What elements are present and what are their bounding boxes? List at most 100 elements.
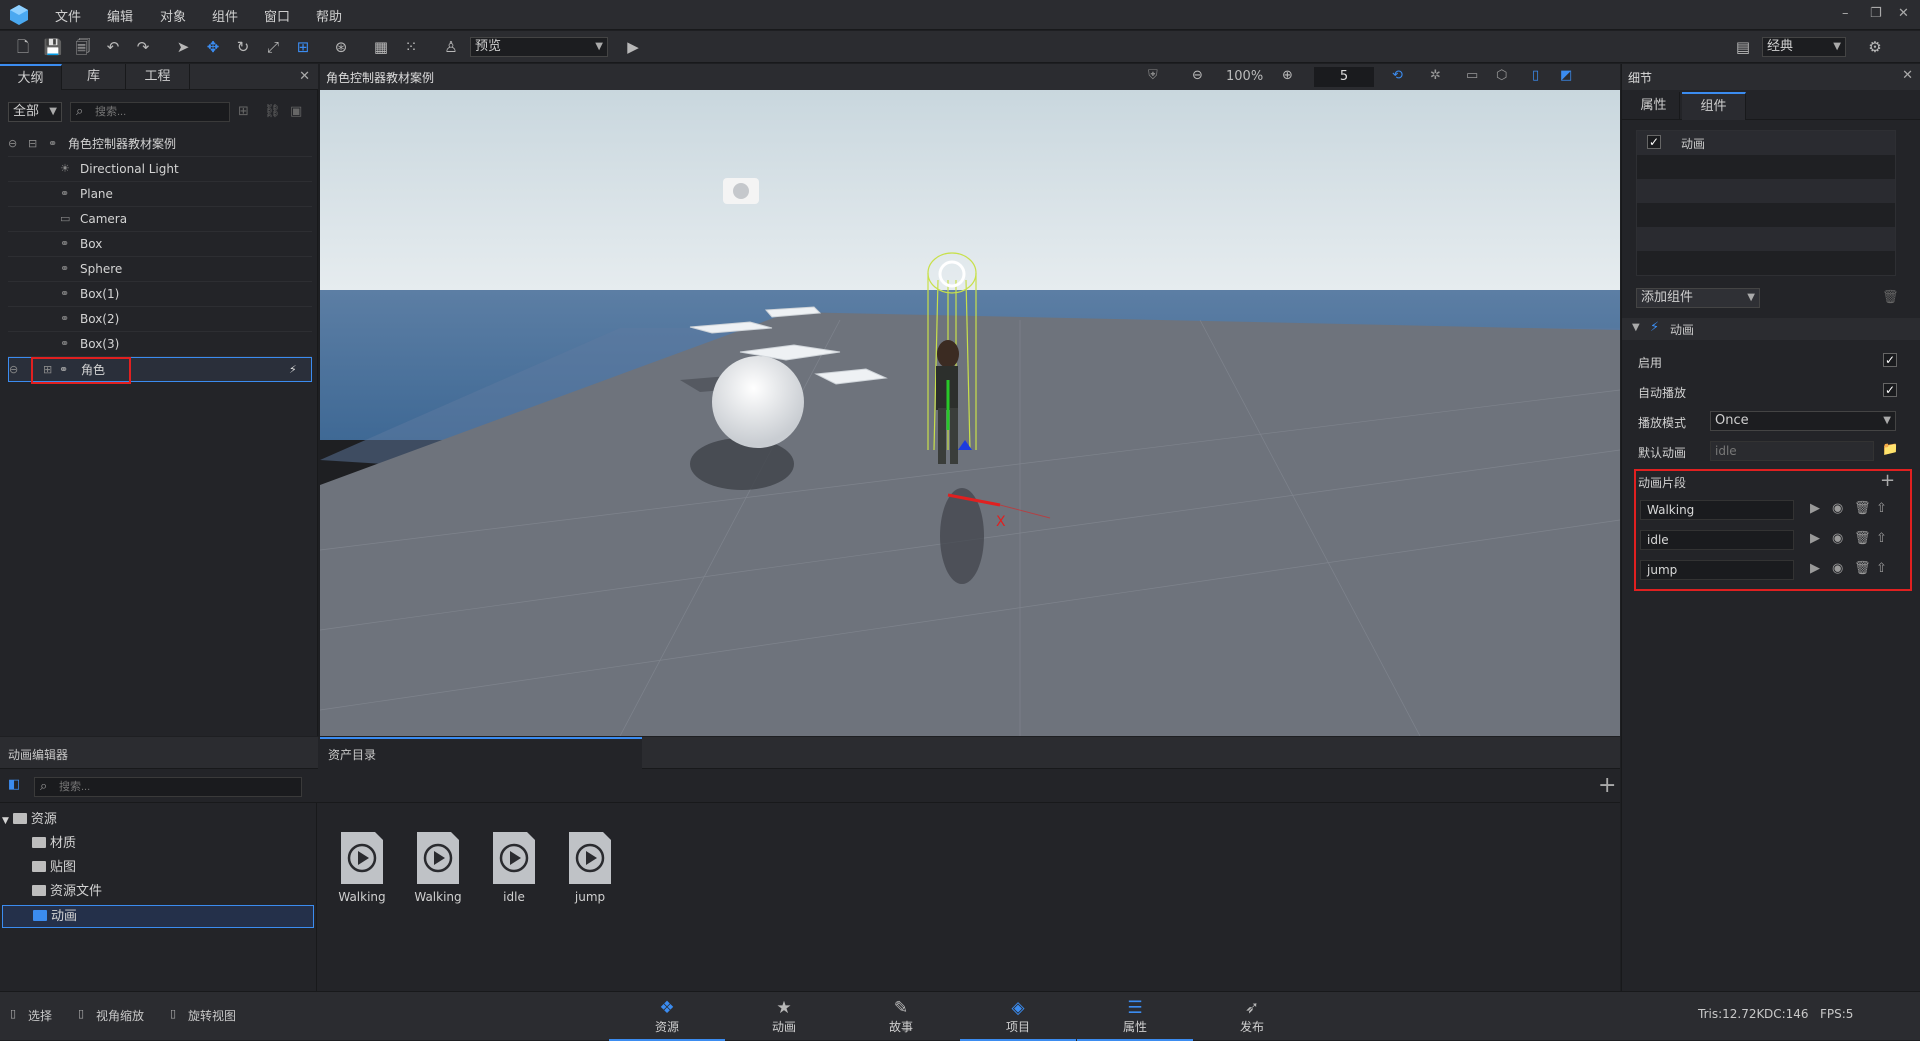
tab-animation[interactable]: ★ 动画 <box>726 992 842 1041</box>
asset-search[interactable]: ⌕ <box>34 777 302 797</box>
panel-toggle-icon[interactable]: ◧ <box>8 777 20 792</box>
menu-help[interactable]: 帮助 <box>316 6 342 25</box>
layout-dropdown[interactable]: 经典 ▼ <box>1762 37 1846 57</box>
menu-edit[interactable]: 编辑 <box>107 6 133 25</box>
menu-file[interactable]: 文件 <box>55 6 81 25</box>
trash-icon[interactable]: 🗑 <box>1854 531 1871 546</box>
animation-file-icon[interactable] <box>491 830 537 886</box>
trash-icon[interactable]: 🗑 <box>1882 290 1899 305</box>
tree-item-box2[interactable]: ⚭ Box(2) <box>8 307 312 332</box>
expand-all-icon[interactable]: ⊞ <box>238 104 249 119</box>
tab-library[interactable]: 库 <box>62 64 126 90</box>
folder-animation[interactable]: 动画 <box>2 905 314 928</box>
filter-icon[interactable]: ▣ <box>290 104 302 119</box>
video-camera-icon[interactable]: ▭ <box>1466 68 1478 83</box>
dots-grid-icon[interactable]: ⁙ <box>400 37 422 57</box>
folder-icon[interactable]: 📁 <box>1882 442 1898 457</box>
tab-publish[interactable]: ➶ 发布 <box>1194 992 1310 1041</box>
redo-icon[interactable]: ↷ <box>132 37 154 57</box>
tab-story[interactable]: ✎ 故事 <box>843 992 959 1041</box>
tree-item-plane[interactable]: ⚭ Plane <box>8 182 312 207</box>
collapse-icon[interactable]: ⊖ <box>9 364 23 376</box>
character-icon[interactable]: ♙ <box>440 37 462 57</box>
eye-icon[interactable]: ◉ <box>1832 531 1843 546</box>
save-all-icon[interactable]: 🗐 <box>72 37 94 57</box>
playmode-dropdown[interactable]: Once ▼ <box>1710 411 1896 431</box>
collapse-icon[interactable]: ⊖ <box>8 138 22 150</box>
component-enabled-checkbox[interactable]: ✓ <box>1647 135 1661 149</box>
filter-dropdown[interactable]: 全部 ▼ <box>8 102 62 122</box>
select-tool-icon[interactable]: ➤ <box>172 37 194 57</box>
tree-item-box3[interactable]: ⚭ Box(3) <box>8 332 312 357</box>
link-icon[interactable]: ⛓ <box>264 104 281 119</box>
trash-icon[interactable]: 🗑 <box>1854 501 1871 516</box>
menu-window[interactable]: 窗口 <box>264 6 290 25</box>
settings-icon[interactable]: ⚙ <box>1864 37 1886 57</box>
menu-object[interactable]: 对象 <box>160 6 186 25</box>
outline-search[interactable]: ⌕ <box>70 102 230 122</box>
upload-icon[interactable]: ⇧ <box>1876 501 1887 516</box>
close-panel-icon[interactable]: ✕ <box>1902 68 1913 83</box>
tree-item-light[interactable]: ☀ Directional Light <box>8 157 312 182</box>
folder-root[interactable]: ▼ 资源 <box>2 809 314 832</box>
upload-icon[interactable]: ⇧ <box>1876 561 1887 576</box>
cube-icon[interactable]: ⬡ <box>1496 68 1507 83</box>
trash-icon[interactable]: 🗑 <box>1854 561 1871 576</box>
zoom-out-icon[interactable]: ⊖ <box>1192 68 1203 83</box>
eye-icon[interactable]: ◉ <box>1832 501 1843 516</box>
zoom-in-icon[interactable]: ⊕ <box>1282 68 1293 83</box>
rotate-tool-icon[interactable]: ↻ <box>232 37 254 57</box>
add-component-dropdown[interactable]: 添加组件 ▼ <box>1636 288 1760 308</box>
scene-viewport[interactable]: X <box>320 90 1620 736</box>
play-icon[interactable]: ▶ <box>622 37 644 57</box>
menu-component[interactable]: 组件 <box>212 6 238 25</box>
animation-file-icon[interactable] <box>567 830 613 886</box>
add-asset-icon[interactable]: + <box>1598 773 1616 798</box>
asset-search-input[interactable] <box>59 779 289 795</box>
shield-icon[interactable]: ⛨ <box>1148 68 1158 83</box>
grid-size-field[interactable]: 5 <box>1314 67 1374 87</box>
scale-tool-icon[interactable]: ⤢ <box>262 37 284 57</box>
tab-resources[interactable]: ❖ 资源 <box>609 992 725 1041</box>
tab-properties[interactable]: ☰ 属性 <box>1077 992 1193 1041</box>
tree-item-box[interactable]: ⚭ Box <box>8 232 312 257</box>
move-tool-icon[interactable]: ✥ <box>202 37 224 57</box>
tree-item-camera[interactable]: ▭ Camera <box>8 207 312 232</box>
default-anim-field[interactable]: idle <box>1710 441 1874 461</box>
close-window-icon[interactable]: ✕ <box>1898 6 1909 21</box>
tab-project[interactable]: ◈ 项目 <box>960 992 1076 1041</box>
restore-icon[interactable]: ❐ <box>1870 6 1882 21</box>
perspective-icon[interactable]: ▯ <box>1532 68 1539 83</box>
snap-icon[interactable]: ⊛ <box>330 37 352 57</box>
upload-icon[interactable]: ⇧ <box>1876 531 1887 546</box>
close-panel-icon[interactable]: ✕ <box>299 69 310 84</box>
eye-icon[interactable]: ◉ <box>1832 561 1843 576</box>
animation-file-icon[interactable] <box>415 830 461 886</box>
play-clip-icon[interactable]: ▶ <box>1810 501 1820 516</box>
stats-icon[interactable]: ◩ <box>1560 68 1572 83</box>
tab-components[interactable]: 组件 <box>1682 92 1746 120</box>
component-item[interactable]: ✓ 动画 <box>1637 131 1895 155</box>
folder-materials[interactable]: 材质 <box>2 833 314 856</box>
grid-icon[interactable]: ▦ <box>370 37 392 57</box>
enable-checkbox[interactable]: ✓ <box>1883 353 1897 367</box>
autoplay-checkbox[interactable]: ✓ <box>1883 383 1897 397</box>
preview-dropdown[interactable]: 预览 ▼ <box>470 37 608 57</box>
play-clip-icon[interactable]: ▶ <box>1810 531 1820 546</box>
outline-search-input[interactable] <box>95 104 225 120</box>
clip-idle-field[interactable]: idle <box>1640 530 1794 550</box>
add-clip-icon[interactable]: + <box>1880 470 1895 491</box>
minimize-icon[interactable]: – <box>1842 6 1849 21</box>
animation-section-header[interactable]: ▼ ⚡ 动画 <box>1622 318 1920 340</box>
animation-file-icon[interactable] <box>339 830 385 886</box>
layout-icon[interactable]: ▤ <box>1732 37 1754 57</box>
tab-outline[interactable]: 大纲 <box>0 64 62 90</box>
tab-project[interactable]: 工程 <box>126 64 190 90</box>
clip-jump-field[interactable]: jump <box>1640 560 1794 580</box>
play-clip-icon[interactable]: ▶ <box>1810 561 1820 576</box>
undo-icon[interactable]: ↶ <box>102 37 124 57</box>
folder-textures[interactable]: 贴图 <box>2 857 314 880</box>
tree-item-box1[interactable]: ⚭ Box(1) <box>8 282 312 307</box>
clip-walking-field[interactable]: Walking <box>1640 500 1794 520</box>
gear-icon[interactable]: ✲ <box>1430 68 1441 83</box>
